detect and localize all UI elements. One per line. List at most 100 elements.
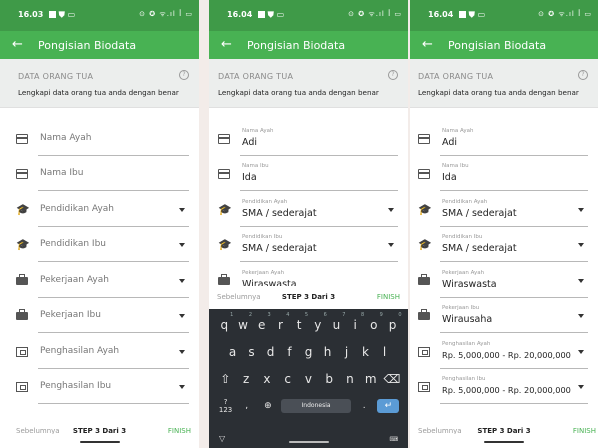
dropdown-arrow-icon [578,350,584,354]
pendidikan-ibu-label: Pendidikan Ibu [40,239,106,249]
nama-ibu-label: Nama Ibu [242,163,269,169]
pendidikan-ibu-select[interactable]: 🎓 Pendidikan Ibu SMA / sederajat [218,228,398,262]
app-bar: ← Pongisian Biodata [209,31,408,59]
key-l[interactable]: l [377,345,393,359]
key-b[interactable]: b [321,372,337,386]
key-e[interactable]: e3 [254,312,271,332]
graduation-cap-icon: 🎓 [418,238,432,251]
hide-keyboard-icon[interactable]: ▽ [219,434,225,443]
status-bar: 16.04 ⛊ ▭ ⊙ ✪ ᯤ.ıl ꟾ ▭ [410,0,598,31]
key-hint: 2 [248,312,253,318]
key-special-0[interactable]: ⇧ [217,372,233,386]
key-y[interactable]: y6 [310,312,327,332]
key-d[interactable]: d [263,345,279,359]
numbers-key[interactable]: ?123 [218,398,234,414]
key-h[interactable]: h [320,345,336,359]
key-n[interactable]: n [342,372,358,386]
key-special-8[interactable]: ⌫ [384,372,401,386]
back-arrow-icon[interactable]: ← [221,37,232,52]
pendidikan-ayah-select[interactable]: 🎓 Pendidikan Ayah SMA / sederajat [218,193,398,227]
screen-keyboard-form: 16.04 ⛊ ▭ ⊙ ✪ ᯤ.ıl ꟾ ▭ ← Pongisian Bioda… [209,0,408,448]
nama-ayah-label: Nama Ayah [40,133,92,143]
back-arrow-icon[interactable]: ← [12,37,23,52]
pekerjaan-ayah-select[interactable]: Pekerjaan Ayah Wiraswasta [418,264,588,298]
penghasilan-ayah-select[interactable]: Penghasilan Ayah Rp. 5,000,000 - Rp. 20,… [418,335,588,369]
pendidikan-ayah-label: Pendidikan Ayah [242,199,288,205]
nama-ibu-field[interactable]: Nama Ibu Ida [418,157,588,191]
pendidikan-ayah-select[interactable]: 🎓 Pendidikan Ayah [16,193,189,227]
key-hint: 3 [267,312,271,318]
key-u[interactable]: u7 [328,312,346,332]
period-key[interactable]: . [356,401,372,411]
home-gesture-bar[interactable] [484,441,524,443]
home-gesture-bar[interactable] [79,441,120,443]
pekerjaan-ibu-select[interactable]: Pekerjaan Ibu Wirausaha [418,299,588,333]
nama-ibu-field[interactable]: Nama Ibu [16,157,189,191]
penghasilan-ibu-value: Rp. 5,000,000 - Rp. 20,000,000 [442,385,571,395]
nama-ibu-label: Nama Ibu [442,163,469,169]
nama-ayah-label: Nama Ayah [242,128,274,134]
key-z[interactable]: z [238,372,254,386]
nama-ayah-field[interactable]: Nama Ayah Adi [218,122,398,156]
key-o[interactable]: o9 [366,312,383,332]
pendidikan-ayah-select[interactable]: 🎓 Pendidikan Ayah SMA / sederajat [418,193,588,227]
key-j[interactable]: j [339,345,355,359]
pekerjaan-ibu-select[interactable]: Pekerjaan Ibu [16,299,189,333]
enter-key[interactable]: ↵ [377,399,400,413]
key-k[interactable]: k [358,345,374,359]
pendidikan-ibu-select[interactable]: 🎓 Pendidikan Ibu [16,228,189,262]
key-s[interactable]: s [244,345,260,359]
key-x[interactable]: x [259,372,275,386]
back-arrow-icon[interactable]: ← [422,37,433,52]
nama-ayah-field[interactable]: Nama Ayah [16,122,189,156]
nama-ibu-value[interactable]: Ida [242,172,257,183]
keyboard-row-2: asdfghjkl [209,342,408,362]
cast-icon: ▭ [276,10,285,19]
key-g[interactable]: g [301,345,317,359]
briefcase-icon [16,309,28,320]
penghasilan-ibu-select[interactable]: Penghasilan Ibu [16,370,189,404]
globe-icon[interactable]: ⊕ [260,401,276,411]
finish-button[interactable]: FINISH [377,293,400,301]
app-bar: ← Pongisian Biodata [410,31,598,59]
key-r[interactable]: r4 [272,312,289,332]
key-m[interactable]: m [363,372,379,386]
card-icon [218,169,230,179]
nama-ayah-value[interactable]: Adi [242,137,257,148]
nama-ayah-field[interactable]: Nama Ayah Adi [418,122,588,156]
nama-ibu-field[interactable]: Nama Ibu Ida [218,157,398,191]
penghasilan-ayah-select[interactable]: Penghasilan Ayah [16,335,189,369]
graduation-cap-icon: 🎓 [418,203,432,216]
pendidikan-ayah-value: SMA / sederajat [442,208,517,219]
help-icon[interactable]: ? [179,70,189,80]
help-icon[interactable]: ? [388,70,398,80]
help-icon[interactable]: ? [578,70,588,80]
space-key[interactable]: Indonesia [281,399,352,413]
key-a[interactable]: a [225,345,241,359]
dropdown-arrow-icon [578,279,584,283]
notification-icon [49,11,56,18]
key-v[interactable]: v [300,372,316,386]
nama-ibu-value[interactable]: Ida [442,172,457,183]
key-i[interactable]: i8 [347,312,364,332]
penghasilan-ibu-select[interactable]: Penghasilan Ibu Rp. 5,000,000 - Rp. 20,0… [418,370,588,404]
key-t[interactable]: t5 [291,312,308,332]
keyboard-switch-icon[interactable]: ⌨ [389,436,398,443]
home-gesture-bar[interactable] [288,441,329,443]
screen-empty-form: 16.03 ⛊ ▭ ⊙ ✪ ᯤ.ıl ꟾ ▭ ← Pongisian Bioda… [0,0,199,448]
pendidikan-ibu-select[interactable]: 🎓 Pendidikan Ibu SMA / sederajat [418,228,588,262]
key-c[interactable]: c [280,372,296,386]
key-p[interactable]: p0 [385,312,402,332]
key-w[interactable]: w2 [235,312,252,332]
pekerjaan-ibu-value: Wirausaha [442,314,493,325]
shield-icon: ⛊ [468,10,475,19]
key-f[interactable]: f [282,345,298,359]
card-icon [418,169,430,179]
pekerjaan-ayah-select[interactable]: Pekerjaan Ayah [16,264,189,298]
key-q[interactable]: q1 [216,312,234,332]
keyboard-row-3: ⇧ z x c v b n m ⌫ [209,369,408,389]
nama-ayah-value[interactable]: Adi [442,137,457,148]
status-time: 16.03 [18,10,44,19]
comma-key[interactable]: , [239,401,255,411]
pekerjaan-ayah-label: Pekerjaan Ayah [242,270,285,276]
